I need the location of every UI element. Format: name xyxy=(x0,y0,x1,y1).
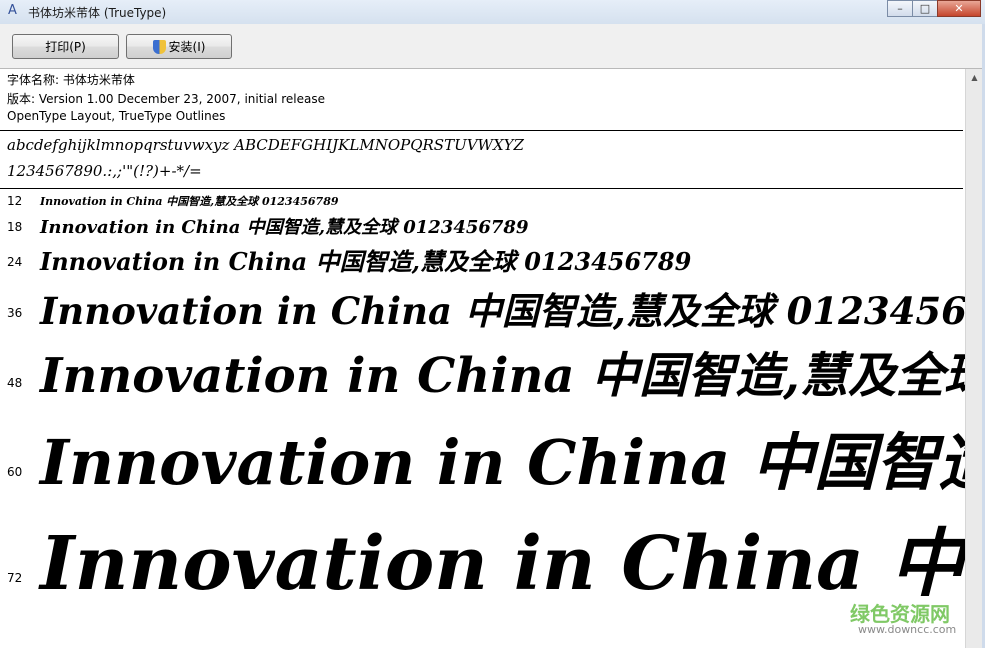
minimize-button[interactable]: – xyxy=(887,0,913,17)
size-label-24: 24 xyxy=(7,255,23,269)
watermark-url: www.downcc.com xyxy=(858,623,957,636)
font-file-icon: A xyxy=(8,3,17,18)
font-version-line: 版本: Version 1.00 December 23, 2007, init… xyxy=(7,92,326,106)
sample-text-36: Innovation in China 中国智造,慧及全球 0123456789 xyxy=(40,289,965,333)
install-button-label: 安装(I) xyxy=(168,40,206,54)
print-button[interactable]: 打印(P) xyxy=(12,34,119,59)
toolbar: 打印(P) 安装(I) xyxy=(0,24,985,69)
vertical-scrollbar[interactable]: ▲ xyxy=(965,69,983,648)
print-button-label: 打印(P) xyxy=(45,40,86,54)
sample-text-24: Innovation in China 中国智造,慧及全球 0123456789 xyxy=(40,247,692,276)
divider-top xyxy=(0,130,963,131)
font-format-line: OpenType Layout, TrueType Outlines xyxy=(7,109,226,123)
sample-text-48: Innovation in China 中国智造,慧及全球 xyxy=(40,348,965,404)
size-label-60: 60 xyxy=(7,465,23,479)
font-name-line: 字体名称: 书体坊米芾体 xyxy=(7,73,135,87)
charset-letters: abcdefghijklmnopqrstuvwxyz ABCDEFGHIJKLM… xyxy=(7,136,524,154)
window-title: 书体坊米芾体 (TrueType) xyxy=(28,6,167,20)
size-label-18: 18 xyxy=(7,220,23,234)
maximize-button[interactable]: □ xyxy=(912,0,938,17)
uac-shield-icon xyxy=(152,39,166,54)
charset-digits-symbols: 1234567890.:,;'"(!?)+-*/= xyxy=(7,162,202,180)
scroll-up-arrow-icon[interactable]: ▲ xyxy=(966,69,983,86)
install-button[interactable]: 安装(I) xyxy=(126,34,232,59)
sample-text-60: Innovation in China 中国智造, xyxy=(40,426,965,499)
divider-bottom xyxy=(0,188,963,189)
sample-text-18: Innovation in China 中国智造,慧及全球 0123456789 xyxy=(40,217,529,238)
title-bar[interactable]: A 书体坊米芾体 (TrueType) – □ ✕ xyxy=(0,0,985,24)
sample-text-12: Innovation in China 中国智造,慧及全球 0123456789 xyxy=(40,195,339,208)
size-label-12: 12 xyxy=(7,194,23,208)
size-label-48: 48 xyxy=(7,376,23,390)
close-button[interactable]: ✕ xyxy=(937,0,981,17)
font-preview-area[interactable]: 字体名称: 书体坊米芾体 版本: Version 1.00 December 2… xyxy=(0,69,965,648)
font-viewer-window: A 书体坊米芾体 (TrueType) – □ ✕ 打印(P) 安装(I) 字体… xyxy=(0,0,985,648)
size-label-72: 72 xyxy=(7,571,23,585)
sample-text-72: Innovation in China 中国智 xyxy=(40,521,965,607)
size-label-36: 36 xyxy=(7,306,23,320)
caption-buttons: – □ ✕ xyxy=(887,0,981,18)
